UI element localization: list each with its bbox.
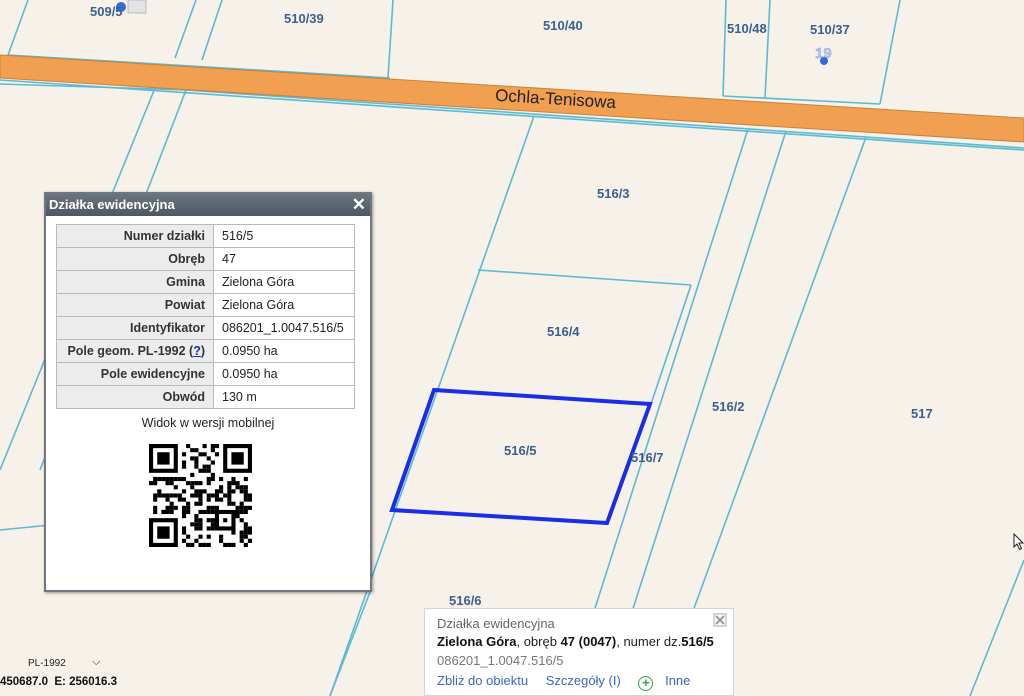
attr-value: Zielona Góra [213, 293, 355, 317]
coordinate-panel: PL-1992 ⌵ 450687.0 E: 256016.3 [0, 654, 122, 696]
attribute-table: Numer działki 516/5 Obręb 47 Gmina Zielo… [56, 224, 355, 409]
crs-value: PL-1992 [28, 658, 66, 669]
e-coordinate: 256016.3 [69, 676, 118, 688]
parcel-label: 510/37 [810, 22, 850, 37]
parcel-label: 510/39 [284, 11, 324, 26]
info-box-summary: Zielona Góra, obręb 47 (0047), numer dz.… [437, 634, 714, 649]
info-box-title: Działka ewidencyjna [437, 616, 555, 631]
table-row: Obręb 47 [56, 247, 355, 271]
info-municipality: Zielona Góra [437, 634, 517, 649]
parcel-label: 516/7 [631, 450, 664, 465]
plus-circle-icon[interactable]: + [638, 676, 654, 691]
info-number: 516/5 [681, 634, 714, 649]
parcel-label: 510/48 [727, 21, 767, 36]
mobile-view-label: Widok w wersji mobilnej [141, 416, 275, 430]
table-row: Numer działki 516/5 [56, 224, 355, 248]
help-link[interactable]: ? [193, 344, 201, 358]
popup-header[interactable]: Działka ewidencyjna ✕ [46, 194, 370, 216]
popup-title: Działka ewidencyjna [49, 197, 175, 212]
attr-key: Pole ewidencyjne [56, 362, 214, 386]
chevron-down-icon: ⌵ [92, 656, 101, 668]
attr-key: Pole geom. PL-1992 [67, 344, 186, 358]
marker-pin-icon [820, 57, 828, 65]
qr-code-icon[interactable] [149, 444, 252, 547]
table-row: Gmina Zielona Góra [56, 270, 355, 294]
details-link[interactable]: Szczegóły (I) [546, 673, 621, 688]
e-label: E: [54, 676, 66, 688]
table-row: Powiat Zielona Góra [56, 293, 355, 317]
parcel-label: 516/6 [449, 593, 482, 608]
other-link[interactable]: Inne [665, 673, 690, 688]
info-identifier: 086201_1.0047.516/5 [437, 653, 564, 668]
attr-value: Zielona Góra [213, 270, 355, 294]
attr-key: Gmina [56, 270, 214, 294]
table-row: Obwód 130 m [56, 385, 355, 409]
info-precinct: 47 (0047) [560, 634, 617, 649]
attr-value: 47 [213, 247, 355, 271]
attr-key: Obwód [56, 385, 214, 409]
attr-key-with-help: Pole geom. PL-1992 (?) [56, 339, 214, 363]
attr-value: 0.0950 ha [213, 339, 355, 363]
table-row: Identyfikator 086201_1.0047.516/5 [56, 316, 355, 340]
x-coordinate: 450687.0 [0, 676, 48, 688]
attr-value: 0.0950 ha [213, 362, 355, 386]
attr-key: Obręb [56, 247, 214, 271]
parcel-label: 510/40 [543, 18, 583, 33]
parcel-label: 516/4 [547, 324, 580, 339]
parcel-label: 516/2 [712, 399, 745, 414]
parcel-popup[interactable]: Działka ewidencyjna ✕ Numer działki 516/… [44, 192, 372, 592]
zoom-to-object-link[interactable]: Zbliż do obiektu [437, 673, 528, 688]
attr-key: Numer działki [56, 224, 214, 248]
close-icon[interactable] [713, 613, 727, 627]
attr-value: 086201_1.0047.516/5 [213, 316, 355, 340]
coordinate-readout: 450687.0 E: 256016.3 [0, 676, 117, 688]
table-row: Pole ewidencyjne 0.0950 ha [56, 362, 355, 386]
parcel-label: 516/5 [504, 443, 537, 458]
parcel-label: 516/3 [597, 186, 630, 201]
table-row: Pole geom. PL-1992 (?) 0.0950 ha [56, 339, 355, 363]
close-icon[interactable]: ✕ [352, 194, 366, 216]
parcel-label: 509/5 [90, 4, 123, 19]
attr-value: 516/5 [213, 224, 355, 248]
mouse-cursor-icon [1013, 533, 1024, 551]
parcel-label: 517 [911, 406, 933, 421]
info-links: Zbliż do obiektu Szczegóły (I) + Inne [437, 673, 704, 691]
attr-value: 130 m [213, 385, 355, 409]
parcel-info-box: Działka ewidencyjna Zielona Góra, obręb … [424, 608, 734, 696]
info-number-text: , numer dz. [616, 634, 682, 649]
info-precinct-text: , obręb [516, 634, 561, 649]
attr-key: Identyfikator [56, 316, 214, 340]
crs-select[interactable]: PL-1992 ⌵ [0, 656, 112, 672]
attr-key: Powiat [56, 293, 214, 317]
